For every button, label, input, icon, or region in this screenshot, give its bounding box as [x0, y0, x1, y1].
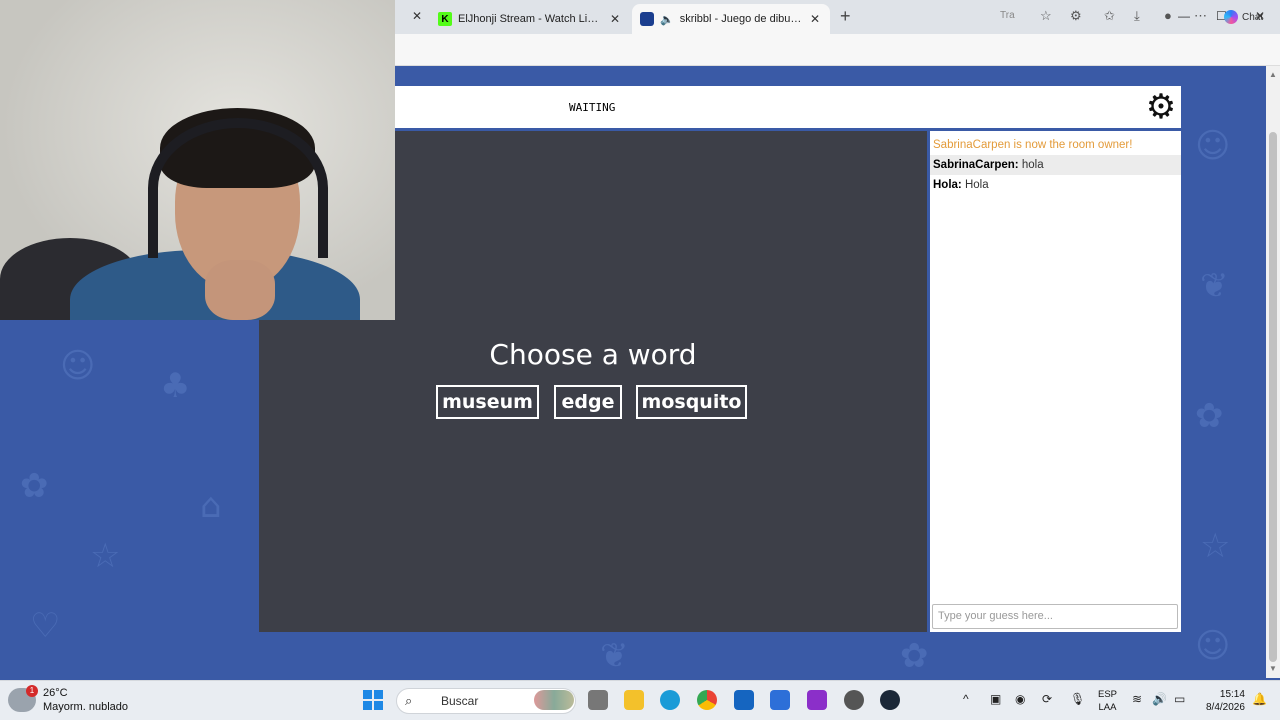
more-menu-icon[interactable]: ⋯: [1194, 8, 1207, 24]
weather-temperature: 26°C: [43, 687, 68, 699]
smiley-doodle: ☺: [1195, 626, 1231, 666]
gear-icon[interactable]: ⚙: [1143, 90, 1179, 124]
battery-icon[interactable]: ▭: [1174, 692, 1185, 706]
scroll-up-icon[interactable]: ▲: [1269, 70, 1277, 79]
new-tab-button[interactable]: +: [840, 6, 851, 27]
widgets-icon[interactable]: [534, 690, 574, 710]
chat-message: SabrinaCarpen: hola: [930, 155, 1181, 175]
mail-icon[interactable]: [734, 690, 754, 710]
tab-title: ElJhonji Stream - Watch Live on Ki: [458, 13, 602, 25]
heart-doodle: ♡: [30, 606, 61, 646]
volume-icon[interactable]: 🔊: [1152, 692, 1167, 706]
chat-text: Hola: [964, 179, 989, 191]
speaker-icon[interactable]: 🔈: [660, 13, 674, 26]
scroll-down-icon[interactable]: ▼: [1269, 664, 1277, 673]
chat-label: Chat: [1242, 11, 1264, 23]
windows-start-icon[interactable]: [363, 690, 383, 710]
smiley-doodle: ☺: [60, 346, 96, 386]
favorite-star-icon[interactable]: ☆: [1040, 8, 1052, 24]
flower-doodle: ✿: [1195, 396, 1224, 436]
close-tab-icon[interactable]: ✕: [608, 12, 622, 26]
webcam-person-hand: [205, 260, 275, 320]
chat-panel: SabrinaCarpen is now the room owner! Sab…: [930, 131, 1181, 632]
translate-label: Tra: [1000, 10, 1015, 21]
guess-input[interactable]: Type your guess here...: [932, 604, 1178, 629]
chat-username: SabrinaCarpen:: [933, 159, 1019, 171]
fish-doodle: ❦: [600, 636, 629, 676]
webcam-overlay: [0, 0, 395, 320]
tray-app-icon[interactable]: ⟳: [1042, 692, 1052, 706]
choose-word-prompt: Choose a word: [489, 338, 697, 371]
extensions-icon[interactable]: ⚙: [1070, 8, 1082, 24]
headset: [148, 118, 328, 258]
close-tab-icon[interactable]: ✕: [808, 12, 822, 26]
language-code: ESP: [1098, 689, 1118, 700]
house-doodle: ⌂: [200, 486, 222, 526]
clock-time: 15:14: [1219, 689, 1245, 700]
app-icon[interactable]: [844, 690, 864, 710]
store-icon[interactable]: [770, 690, 790, 710]
chat-text: hola: [1021, 159, 1044, 171]
profile-icon[interactable]: ●: [1164, 8, 1172, 23]
round-status: WAITING: [569, 101, 616, 114]
minimize-button[interactable]: —: [1178, 9, 1190, 23]
flower-doodle: ✿: [900, 636, 929, 676]
star-doodle: ☆: [90, 536, 121, 576]
chat-username: Hola:: [933, 179, 962, 191]
system-message: SabrinaCarpen is now the room owner!: [933, 139, 1133, 151]
word-option-mosquito[interactable]: mosquito: [636, 385, 747, 419]
tray-app-icon[interactable]: ▣: [990, 692, 1001, 706]
task-view-icon[interactable]: [588, 690, 608, 710]
edge-icon[interactable]: [660, 690, 680, 710]
keyboard-layout: LAA: [1098, 702, 1117, 713]
fish-doodle: ✿: [20, 466, 49, 506]
kick-icon: K: [438, 12, 452, 26]
tab-title: skribbl - Juego de dibujo y ad: [679, 13, 802, 25]
skribbl-icon: [640, 12, 654, 26]
leaf-doodle: ❦: [1200, 266, 1229, 306]
scrollbar-thumb[interactable]: [1269, 132, 1277, 662]
clock-date: 8/4/2026: [1206, 702, 1245, 713]
chat-message: Hola: Hola: [930, 175, 1181, 195]
chevron-up-icon[interactable]: ^: [963, 692, 969, 706]
word-option-edge[interactable]: edge: [554, 385, 622, 419]
tree-doodle: ♣: [160, 366, 191, 406]
smiley-doodle: ☺: [1195, 126, 1231, 166]
copilot-icon: [1224, 10, 1238, 24]
star-doodle: ☆: [1200, 526, 1231, 566]
close-tab-icon[interactable]: ✕: [412, 9, 422, 23]
tab-skribbl[interactable]: 🔈 skribbl - Juego de dibujo y ad ✕: [632, 4, 830, 34]
word-option-museum[interactable]: museum: [436, 385, 539, 419]
chrome-icon[interactable]: [697, 690, 717, 710]
steam-icon[interactable]: [880, 690, 900, 710]
obs-icon[interactable]: [807, 690, 827, 710]
tray-app-icon[interactable]: ◉: [1015, 692, 1025, 706]
tab-kick-stream[interactable]: K ElJhonji Stream - Watch Live on Ki ✕: [430, 4, 630, 34]
search-label: Buscar: [441, 694, 479, 708]
file-explorer-icon[interactable]: [624, 690, 644, 710]
copilot-chat-button[interactable]: Chat: [1224, 10, 1263, 24]
microphone-icon[interactable]: 🎙: [1070, 692, 1085, 706]
system-clock[interactable]: 15:14 8/4/2026: [1206, 688, 1245, 714]
search-icon: ⌕: [405, 693, 413, 708]
game-header: [395, 86, 1181, 128]
download-icon[interactable]: ⤓: [1134, 8, 1140, 24]
language-indicator[interactable]: ESP LAA: [1098, 688, 1117, 714]
wifi-icon[interactable]: ≋: [1132, 692, 1142, 706]
translate-button[interactable]: Tra: [1000, 10, 1015, 21]
weather-description: Mayorm. nublado: [43, 701, 128, 713]
notifications-icon[interactable]: 🔔: [1252, 692, 1267, 706]
favorites-icon[interactable]: ✩: [1104, 8, 1115, 24]
notification-badge: 1: [26, 685, 38, 697]
page-scrollbar[interactable]: ▲ ▼: [1266, 66, 1280, 678]
